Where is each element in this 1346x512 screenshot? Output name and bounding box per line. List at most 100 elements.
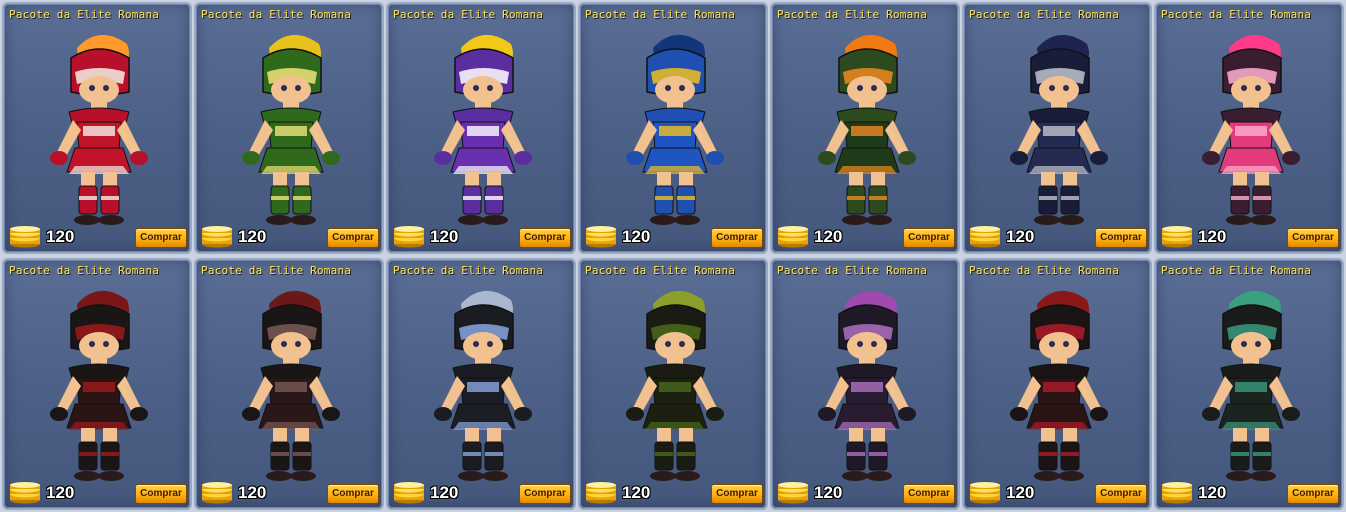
item-price: 120 <box>430 483 459 502</box>
gold-coin-stack-icon <box>586 482 616 504</box>
price-row: 120 <box>776 482 842 504</box>
buy-button[interactable]: Comprar <box>1287 228 1339 248</box>
item-price: 120 <box>622 227 651 246</box>
price-row: 120 <box>584 482 650 504</box>
character-avatar-image <box>29 282 169 490</box>
price-row: 120 <box>200 482 266 504</box>
item-title: Pacote da Elite Romana <box>201 264 352 277</box>
buy-button[interactable]: Comprar <box>903 484 955 504</box>
character-figure <box>434 290 532 481</box>
character-figure <box>242 290 340 481</box>
gold-coin-stack-icon <box>970 482 1000 504</box>
gold-coin-stack-icon <box>586 226 616 248</box>
item-price: 120 <box>430 227 459 246</box>
character-avatar-image <box>413 26 553 234</box>
character-figure <box>1010 290 1108 481</box>
item-price: 120 <box>814 483 843 502</box>
item-title: Pacote da Elite Romana <box>201 8 352 21</box>
item-title: Pacote da Elite Romana <box>969 8 1120 21</box>
buy-button[interactable]: Comprar <box>327 484 379 504</box>
shop-item-card[interactable]: Pacote da Elite Romana 120 Comprar <box>770 258 960 510</box>
gold-coin-stack-icon <box>778 482 808 504</box>
item-price: 120 <box>1006 227 1035 246</box>
gold-coin-stack-icon <box>394 226 424 248</box>
shop-item-card[interactable]: Pacote da Elite Romana 120 Comprar <box>770 2 960 254</box>
shop-item-card[interactable]: Pacote da Elite Romana 120 Comprar <box>386 2 576 254</box>
character-figure <box>626 290 724 481</box>
gold-coin-stack-icon <box>10 226 40 248</box>
character-avatar-image <box>29 26 169 234</box>
character-avatar-image <box>797 26 937 234</box>
item-title: Pacote da Elite Romana <box>393 264 544 277</box>
buy-button[interactable]: Comprar <box>519 228 571 248</box>
item-title: Pacote da Elite Romana <box>9 264 160 277</box>
character-figure <box>1202 290 1300 481</box>
item-title: Pacote da Elite Romana <box>585 8 736 21</box>
shop-grid: Pacote da Elite Romana 120 Comprar Pacot… <box>0 0 1346 512</box>
character-figure <box>50 34 148 225</box>
buy-button[interactable]: Comprar <box>1095 228 1147 248</box>
character-avatar-image <box>797 282 937 490</box>
price-row: 120 <box>8 226 74 248</box>
character-avatar-image <box>221 26 361 234</box>
price-row: 120 <box>776 226 842 248</box>
buy-button[interactable]: Comprar <box>135 228 187 248</box>
price-row: 120 <box>1160 482 1226 504</box>
item-title: Pacote da Elite Romana <box>969 264 1120 277</box>
buy-button[interactable]: Comprar <box>1095 484 1147 504</box>
item-price: 120 <box>1198 227 1227 246</box>
shop-item-card[interactable]: Pacote da Elite Romana 120 Comprar <box>2 2 192 254</box>
character-figure <box>1202 34 1300 225</box>
character-figure <box>818 34 916 225</box>
character-avatar-image <box>605 282 745 490</box>
character-figure <box>50 290 148 481</box>
price-row: 120 <box>392 226 458 248</box>
shop-item-card[interactable]: Pacote da Elite Romana 120 Comprar <box>194 258 384 510</box>
shop-item-card[interactable]: Pacote da Elite Romana 120 Comprar <box>962 258 1152 510</box>
buy-button[interactable]: Comprar <box>519 484 571 504</box>
price-row: 120 <box>392 482 458 504</box>
buy-button[interactable]: Comprar <box>711 228 763 248</box>
gold-coin-stack-icon <box>1162 226 1192 248</box>
character-avatar-image <box>1181 26 1321 234</box>
buy-button[interactable]: Comprar <box>135 484 187 504</box>
gold-coin-stack-icon <box>10 482 40 504</box>
buy-button[interactable]: Comprar <box>1287 484 1339 504</box>
buy-button[interactable]: Comprar <box>327 228 379 248</box>
character-avatar-image <box>605 26 745 234</box>
buy-button[interactable]: Comprar <box>903 228 955 248</box>
item-price: 120 <box>1006 483 1035 502</box>
shop-item-card[interactable]: Pacote da Elite Romana 120 Comprar <box>962 2 1152 254</box>
item-price: 120 <box>1198 483 1227 502</box>
item-price: 120 <box>814 227 843 246</box>
item-title: Pacote da Elite Romana <box>393 8 544 21</box>
item-title: Pacote da Elite Romana <box>777 264 928 277</box>
shop-item-card[interactable]: Pacote da Elite Romana 120 Comprar <box>386 258 576 510</box>
character-figure <box>1010 34 1108 225</box>
shop-item-card[interactable]: Pacote da Elite Romana 120 Comprar <box>2 258 192 510</box>
character-avatar-image <box>413 282 553 490</box>
item-title: Pacote da Elite Romana <box>777 8 928 21</box>
price-row: 120 <box>968 226 1034 248</box>
character-avatar-image <box>221 282 361 490</box>
item-title: Pacote da Elite Romana <box>1161 264 1312 277</box>
character-avatar-image <box>1181 282 1321 490</box>
gold-coin-stack-icon <box>970 226 1000 248</box>
shop-item-card[interactable]: Pacote da Elite Romana 120 Comprar <box>578 258 768 510</box>
shop-item-card[interactable]: Pacote da Elite Romana 120 Comprar <box>1154 2 1344 254</box>
shop-item-card[interactable]: Pacote da Elite Romana 120 Comprar <box>194 2 384 254</box>
price-row: 120 <box>968 482 1034 504</box>
item-title: Pacote da Elite Romana <box>9 8 160 21</box>
item-price: 120 <box>238 227 267 246</box>
item-price: 120 <box>622 483 651 502</box>
price-row: 120 <box>8 482 74 504</box>
item-price: 120 <box>238 483 267 502</box>
shop-item-card[interactable]: Pacote da Elite Romana 120 Comprar <box>1154 258 1344 510</box>
shop-item-card[interactable]: Pacote da Elite Romana 120 Comprar <box>578 2 768 254</box>
buy-button[interactable]: Comprar <box>711 484 763 504</box>
item-title: Pacote da Elite Romana <box>585 264 736 277</box>
price-row: 120 <box>1160 226 1226 248</box>
character-figure <box>242 34 340 225</box>
character-figure <box>434 34 532 225</box>
gold-coin-stack-icon <box>202 226 232 248</box>
